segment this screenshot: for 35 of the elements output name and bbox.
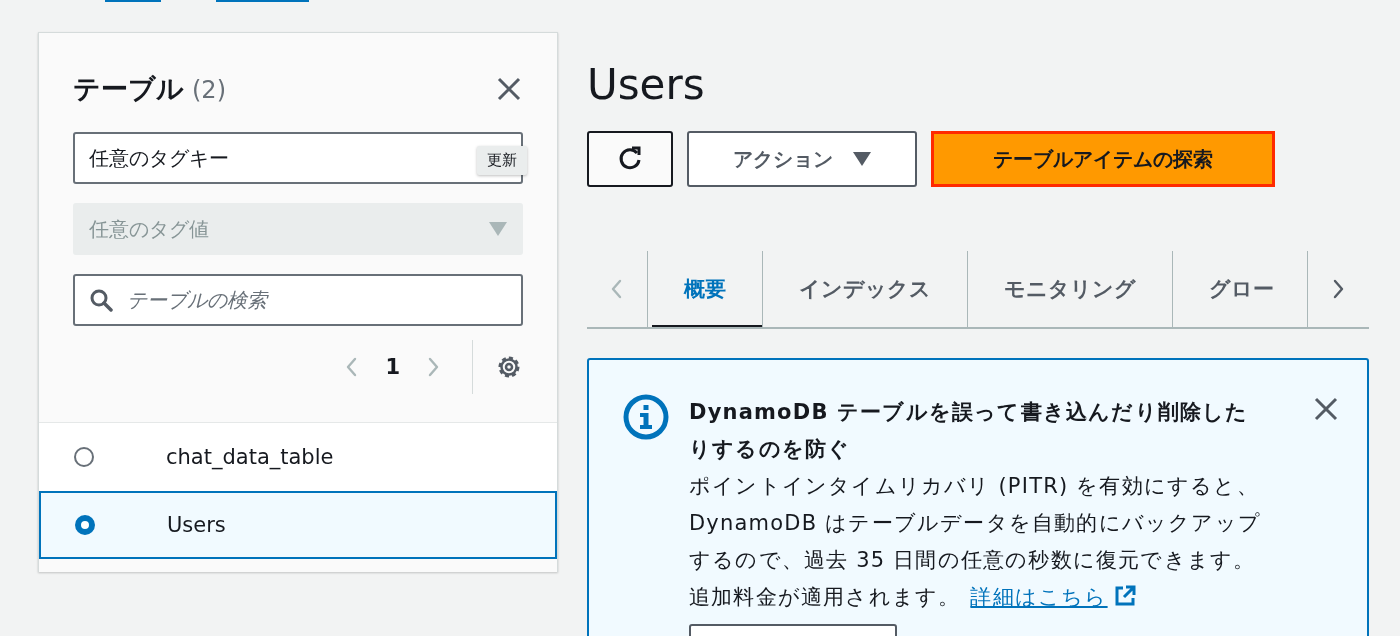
learn-more-link[interactable]: 詳細はこちら (970, 585, 1136, 609)
external-link-icon (1113, 585, 1136, 607)
link-underline (105, 0, 161, 2)
refresh-button[interactable] (587, 131, 673, 187)
close-icon (1313, 396, 1339, 422)
table-list-item[interactable]: chat_data_table (39, 423, 557, 491)
search-field[interactable]: テーブルの検索 (73, 274, 523, 326)
table-name: chat_data_table (166, 445, 334, 469)
radio-button[interactable] (74, 447, 94, 467)
panel-title: テーブル (73, 72, 184, 106)
tab[interactable]: インデックス (763, 251, 968, 327)
page-title: Users (587, 60, 706, 111)
field-value: 任意のタグキー (89, 144, 229, 172)
tab[interactable]: モニタリング (968, 251, 1173, 327)
dropdown-caret-icon (853, 152, 871, 166)
table-list-item[interactable]: Users (39, 491, 557, 559)
info-icon (623, 394, 669, 440)
search-placeholder: テーブルの検索 (127, 286, 267, 314)
radio-button[interactable] (75, 515, 95, 535)
actions-button[interactable]: アクション (687, 131, 917, 187)
dropdown-caret-icon (489, 222, 507, 236)
tab[interactable]: グロー (1173, 251, 1307, 327)
table-count: (2) (192, 76, 226, 104)
alert-message: ポイントインタイムリカバリ (PITR) を有効にすると、DynamoDB はテーブルデータを自動的にバックアップするので、過去 35 日間の任意の秒数に復元できます。追加料金が適用されます。 詳細はこちら (689, 473, 1262, 611)
page-number[interactable]: 1 (371, 355, 414, 379)
close-button[interactable] (495, 75, 523, 103)
table-name: Users (167, 513, 226, 537)
tooltip: 更新 (477, 146, 527, 175)
explore-items-button[interactable]: テーブルアイテムの探索 (931, 131, 1275, 187)
tab[interactable]: 概要 (647, 251, 763, 327)
select-placeholder: 任意のタグ値 (89, 215, 209, 243)
close-icon (495, 75, 523, 103)
close-button[interactable] (1313, 396, 1339, 422)
search-icon (89, 288, 113, 312)
alert-title: DynamoDB テーブルを誤って書き込んだり削除したりするのを防ぐ (689, 399, 1250, 463)
